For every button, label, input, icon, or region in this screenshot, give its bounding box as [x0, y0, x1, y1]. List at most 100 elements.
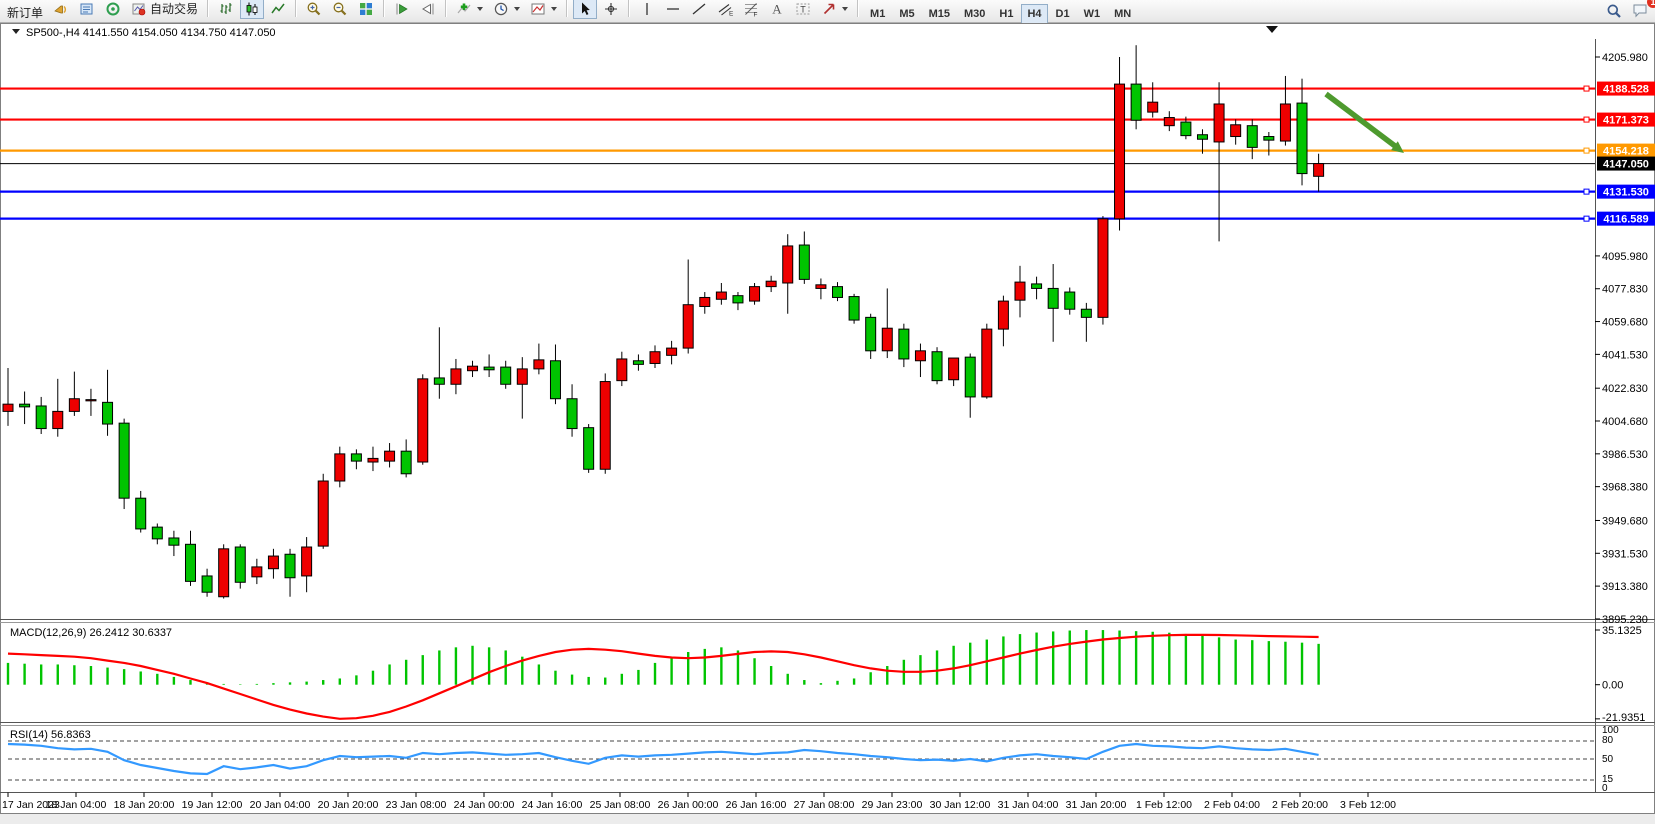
zoom-out-button[interactable]	[328, 0, 352, 19]
tile-windows-icon	[358, 1, 374, 17]
arrows-button[interactable]	[817, 0, 852, 19]
chevron-down-icon	[514, 7, 520, 11]
templates-button[interactable]	[526, 0, 561, 19]
auto-scroll-button[interactable]	[390, 0, 414, 19]
periods-button[interactable]	[489, 0, 524, 19]
candle	[136, 498, 146, 529]
candle	[517, 369, 527, 384]
macd-label: MACD(12,26,9) 26.2412 30.6337	[10, 627, 172, 639]
tile-windows-button[interactable]	[354, 0, 378, 19]
fibonacci-button[interactable]: F	[739, 0, 763, 19]
hline-price-text: 4116.589	[1603, 214, 1648, 226]
candle	[733, 296, 743, 303]
text-button[interactable]: A	[765, 0, 789, 19]
candle	[69, 399, 79, 412]
timeframe-h1-button[interactable]: H1	[993, 4, 1019, 24]
time-tick-label: 2 Feb 04:00	[1204, 799, 1260, 811]
chart-shift-button[interactable]	[416, 0, 440, 19]
text-icon: A	[769, 1, 785, 17]
toolbar-right: 1	[1601, 0, 1653, 23]
time-tick-label: 24 Jan 00:00	[454, 799, 515, 811]
price-tick-label: 4004.680	[1602, 416, 1648, 428]
autotrade-button[interactable]: 自动交易	[127, 0, 202, 19]
search-button[interactable]	[1602, 1, 1626, 21]
timeframe-d1-button[interactable]: D1	[1050, 4, 1076, 24]
timeframe-m5-button[interactable]: M5	[893, 4, 920, 24]
candle	[667, 348, 677, 355]
hline-handle[interactable]	[1584, 216, 1589, 221]
candle	[932, 352, 942, 381]
candle	[1098, 219, 1108, 318]
candle	[1247, 126, 1257, 148]
channel-button[interactable]: E	[713, 0, 737, 19]
time-tick-label: 31 Jan 20:00	[1066, 799, 1127, 811]
toolbar-separator	[857, 0, 859, 17]
timeframe-h4-button[interactable]: H4	[1021, 4, 1047, 24]
alert-button[interactable]	[49, 0, 73, 19]
candle	[683, 305, 693, 348]
time-tick-label: 18 Jan 04:00	[46, 799, 107, 811]
price-tick-label: 4077.830	[1602, 284, 1648, 296]
news-button[interactable]	[75, 0, 99, 19]
trendline-button[interactable]	[687, 0, 711, 19]
cursor-button[interactable]	[573, 0, 597, 19]
candle	[185, 544, 195, 581]
indicators-button[interactable]	[452, 0, 487, 19]
zoom-in-button[interactable]	[302, 0, 326, 19]
horizontal-line-button[interactable]	[661, 0, 685, 19]
candle	[1264, 137, 1274, 141]
bar-chart-button[interactable]	[214, 0, 238, 19]
chat-button[interactable]: 1	[1627, 0, 1653, 23]
candlestick-button[interactable]	[240, 0, 264, 19]
signal-button[interactable]	[101, 0, 125, 19]
time-tick-label: 18 Jan 20:00	[114, 799, 175, 811]
vertical-line-button[interactable]	[635, 0, 659, 19]
rsi-axis-label: 50	[1602, 754, 1614, 765]
hline-handle[interactable]	[1584, 148, 1589, 153]
time-tick-label: 19 Jan 12:00	[182, 799, 243, 811]
svg-text:A: A	[772, 1, 782, 16]
time-tick-label: 1 Feb 12:00	[1136, 799, 1192, 811]
candle	[1231, 125, 1241, 137]
timeframe-m30-button[interactable]: M30	[958, 4, 991, 24]
time-tick-label: 30 Jan 12:00	[930, 799, 991, 811]
hline-handle[interactable]	[1584, 189, 1589, 194]
toolbar-separator	[383, 0, 385, 17]
timeframe-m15-button[interactable]: M15	[923, 4, 956, 24]
chevron-down-icon	[842, 7, 848, 11]
candle	[617, 359, 627, 381]
toolbar-separator	[295, 0, 297, 17]
timeframe-mn-button[interactable]: MN	[1108, 4, 1137, 24]
auto-scroll-icon	[394, 1, 410, 17]
candle	[351, 454, 361, 461]
candle	[650, 352, 660, 364]
fibonacci-icon: F	[743, 1, 759, 17]
hline-handle[interactable]	[1584, 86, 1589, 91]
chevron-down-icon	[477, 7, 483, 11]
candle	[1181, 122, 1191, 136]
rsi-axis-label: 80	[1602, 735, 1614, 746]
new-order-label: 新订单	[7, 4, 43, 21]
hline-handle[interactable]	[1584, 117, 1589, 122]
svg-text:E: E	[729, 10, 733, 17]
timeframe-m1-button[interactable]: M1	[864, 4, 891, 24]
price-tick-label: 4059.680	[1602, 317, 1648, 329]
candle	[302, 547, 312, 576]
candle	[103, 402, 113, 424]
chart-title: SP500-,H4 4141.550 4154.050 4134.750 414…	[26, 27, 276, 39]
candle	[783, 246, 793, 283]
signal-icon	[105, 1, 121, 17]
new-order-button[interactable]: 新订单	[3, 2, 47, 22]
text-label-button[interactable]: T	[791, 0, 815, 19]
candle	[484, 367, 494, 370]
chart-svg[interactable]: SP500-,H4 4141.550 4154.050 4134.750 414…	[0, 23, 1655, 824]
candle	[318, 481, 328, 546]
time-tick-label: 3 Feb 12:00	[1340, 799, 1396, 811]
line-chart-button[interactable]	[266, 0, 290, 19]
timeframe-w1-button[interactable]: W1	[1078, 4, 1107, 24]
price-tick-label: 4022.830	[1602, 383, 1648, 395]
candle	[20, 404, 30, 407]
crosshair-icon	[603, 1, 619, 17]
svg-text:T: T	[800, 4, 806, 14]
crosshair-button[interactable]	[599, 0, 623, 19]
